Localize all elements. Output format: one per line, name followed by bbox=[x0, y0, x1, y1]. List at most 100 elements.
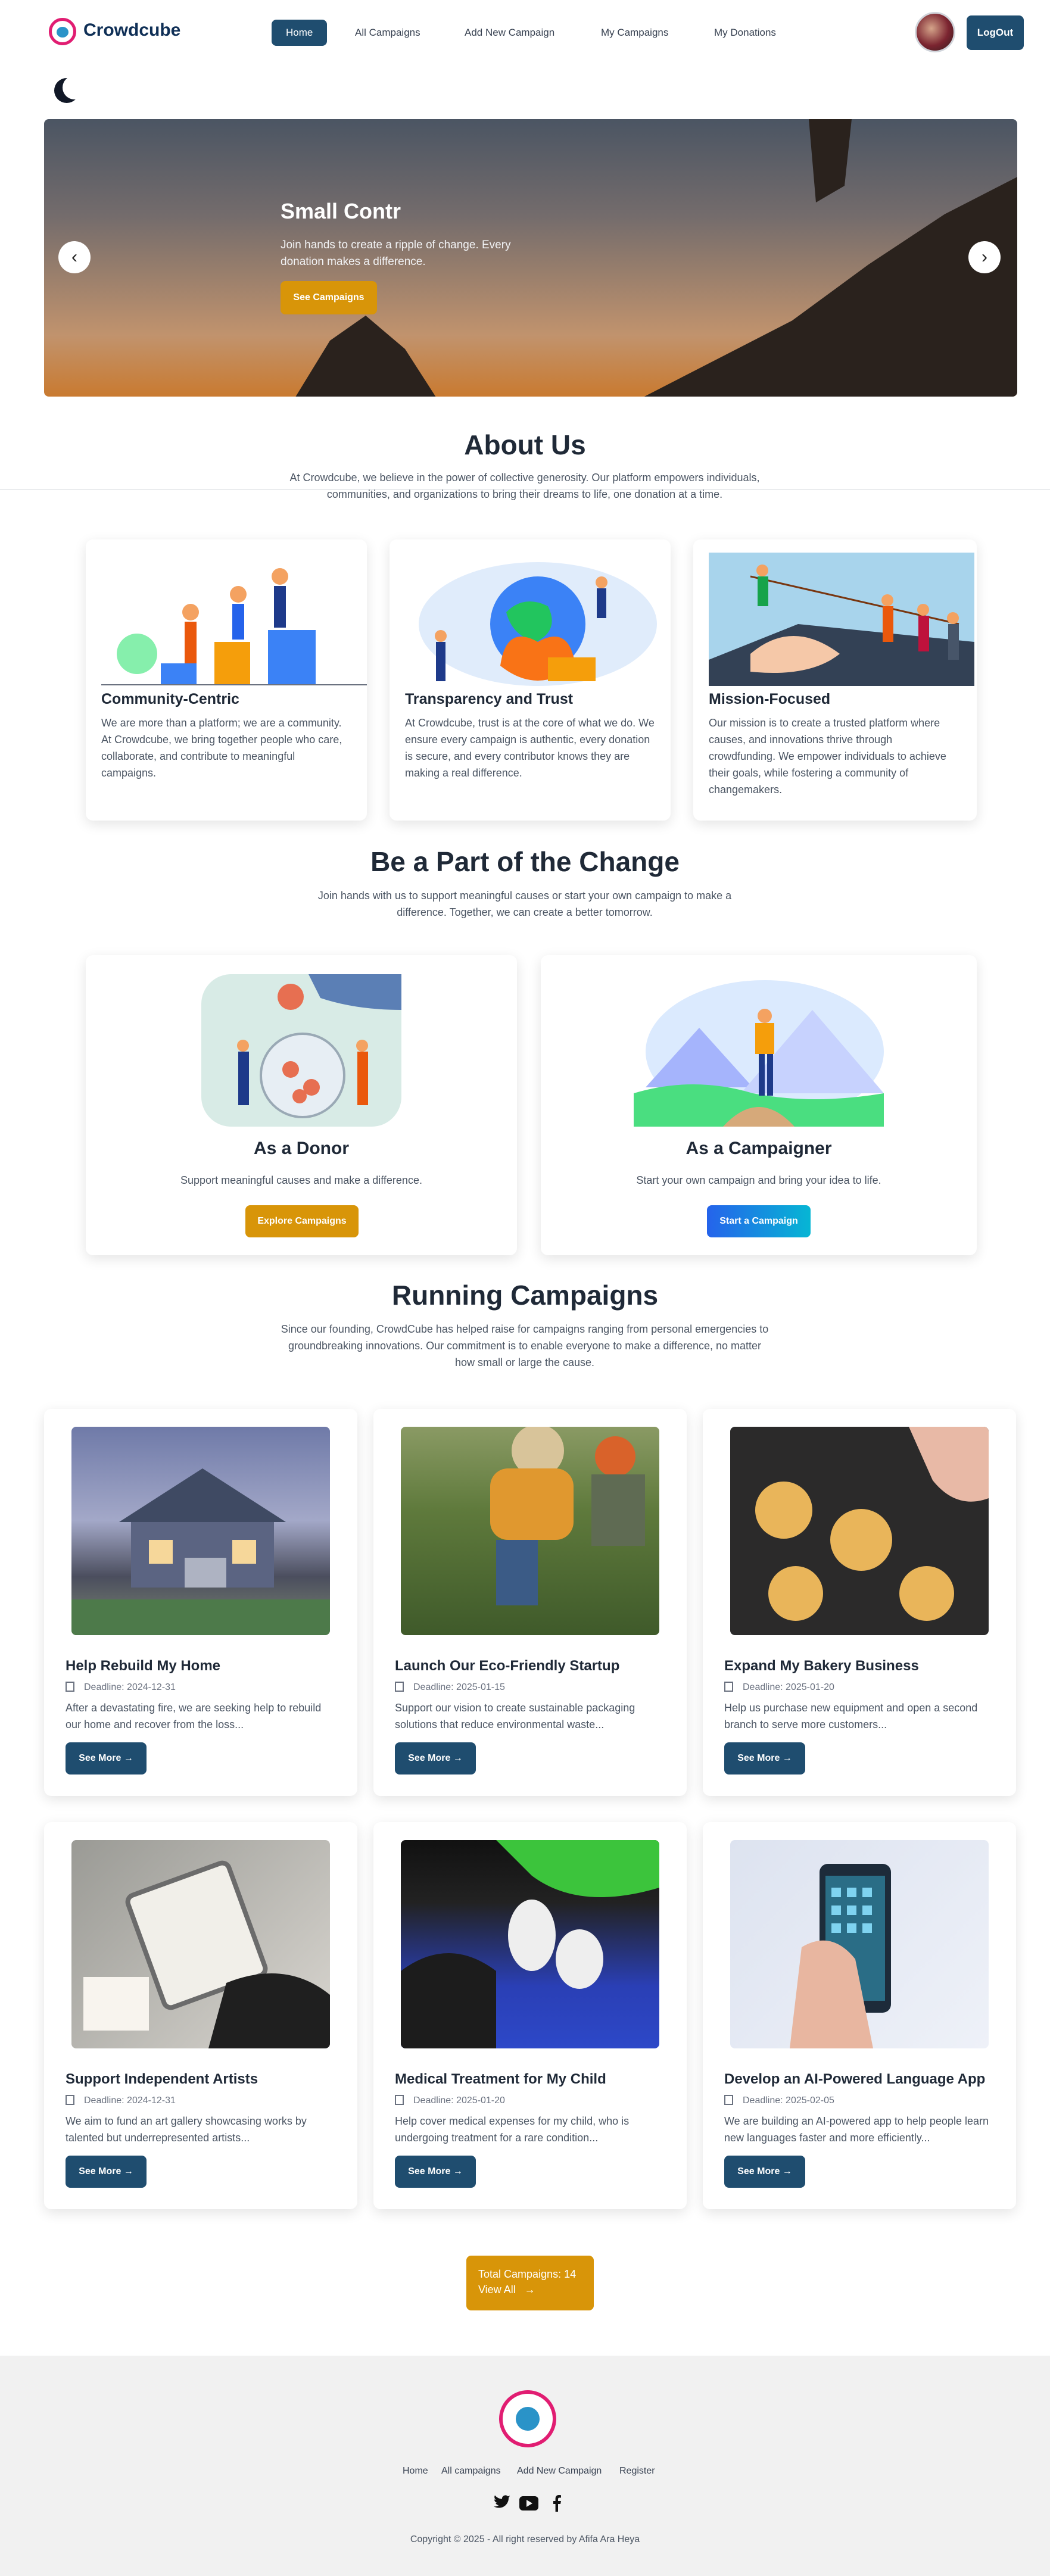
see-more-label: See More bbox=[408, 1753, 451, 1763]
campaign-card: Develop an AI-Powered Language App Deadl… bbox=[703, 1822, 1016, 2209]
view-all-button[interactable]: Total Campaigns: 14 View All → bbox=[466, 2256, 594, 2310]
footer-link-home[interactable]: Home bbox=[403, 2466, 428, 2477]
campaign-deadline: Deadline: 2025-01-20 bbox=[724, 1682, 834, 1693]
hero-subtitle: Join hands to create a ripple of change.… bbox=[281, 239, 511, 268]
brand-logo-icon[interactable] bbox=[49, 18, 76, 45]
campaign-title: Medical Treatment for My Child bbox=[395, 2071, 606, 2087]
campaign-deadline-text: Deadline: 2024-12-31 bbox=[84, 1682, 176, 1692]
about-card-title: Community-Centric bbox=[101, 691, 239, 707]
campaign-title: Launch Our Eco-Friendly Startup bbox=[395, 1658, 620, 1674]
view-all-label: View All bbox=[478, 2284, 516, 2296]
see-more-button[interactable]: See More → bbox=[395, 1742, 476, 1774]
see-more-button[interactable]: See More → bbox=[66, 2156, 147, 2188]
footer-link-register[interactable]: Register bbox=[619, 2466, 655, 2477]
campaign-title: Develop an AI-Powered Language App bbox=[724, 2071, 986, 2087]
campaign-deadline-text: Deadline: 2024-12-31 bbox=[84, 2095, 176, 2106]
nav-all-campaigns[interactable]: All Campaigns bbox=[341, 20, 435, 46]
campaign-deadline-text: Deadline: 2025-01-20 bbox=[743, 1682, 834, 1692]
see-more-label: See More bbox=[79, 2166, 121, 2176]
mission-illustration bbox=[709, 553, 974, 686]
campaign-description: Help cover medical expenses for my child… bbox=[395, 2115, 630, 2144]
about-card-transparency: Transparency and Trust At Crowdcube, tru… bbox=[390, 539, 671, 821]
navbar: Crowdcube Home All Campaigns Add New Cam… bbox=[0, 0, 1050, 66]
campaign-image-artist[interactable] bbox=[71, 1840, 330, 2048]
campaign-deadline: Deadline: 2025-02-05 bbox=[724, 2095, 834, 2106]
calendar-icon bbox=[724, 1682, 733, 1692]
nav-my-donations[interactable]: My Donations bbox=[700, 20, 790, 46]
calendar-icon bbox=[395, 2095, 404, 2105]
explore-campaigns-button[interactable]: Explore Campaigns bbox=[245, 1205, 359, 1237]
campaigner-text: Start your own campaign and bring your i… bbox=[636, 1174, 881, 1186]
campaign-title: Expand My Bakery Business bbox=[724, 1658, 919, 1674]
arrow-right-icon: → bbox=[453, 2166, 463, 2176]
hero-title: Small Contr bbox=[281, 199, 401, 223]
campaign-card: Medical Treatment for My Child Deadline:… bbox=[373, 1822, 687, 2209]
copyright-text: Copyright © 2025 - All right reserved by… bbox=[410, 2534, 640, 2544]
calendar-icon bbox=[66, 1682, 74, 1692]
campaign-image-phone-app[interactable] bbox=[730, 1840, 989, 2048]
see-more-button[interactable]: See More → bbox=[66, 1742, 147, 1774]
change-intro: Join hands with us to support meaningful… bbox=[317, 890, 732, 918]
transparency-illustration bbox=[419, 562, 657, 686]
campaign-description: We aim to fund an art gallery showcasing… bbox=[66, 2115, 307, 2144]
arrow-right-icon: → bbox=[524, 2284, 535, 2296]
about-card-text: Our mission is to create a trusted platf… bbox=[709, 717, 946, 796]
donor-illustration bbox=[201, 974, 401, 1127]
about-card-title: Mission-Focused bbox=[709, 691, 831, 707]
campaign-deadline: Deadline: 2025-01-15 bbox=[395, 1682, 505, 1693]
nav-add-campaign[interactable]: Add New Campaign bbox=[450, 20, 569, 46]
footer-logo-icon bbox=[499, 2390, 556, 2447]
theme-toggle-moon-icon[interactable] bbox=[54, 76, 86, 103]
campaigner-illustration bbox=[634, 980, 884, 1127]
campaigner-card: As a Campaigner Start your own campaign … bbox=[541, 955, 977, 1255]
see-more-label: See More bbox=[79, 1753, 121, 1763]
start-campaign-button[interactable]: Start a Campaign bbox=[707, 1205, 811, 1237]
footer-link-add-campaign[interactable]: Add New Campaign bbox=[517, 2466, 602, 2477]
footer-link-all-campaigns[interactable]: All campaigns bbox=[441, 2466, 501, 2477]
campaign-description: Help us purchase new equipment and open … bbox=[724, 1702, 978, 1730]
nav-my-campaigns[interactable]: My Campaigns bbox=[587, 20, 683, 46]
campaign-image-bakery[interactable] bbox=[730, 1427, 989, 1635]
brand-name[interactable]: Crowdcube bbox=[83, 20, 180, 40]
campaign-deadline: Deadline: 2025-01-20 bbox=[395, 2095, 505, 2106]
carousel-prev-icon[interactable]: ‹ bbox=[58, 241, 91, 273]
total-campaigns-label: Total Campaigns: 14 bbox=[478, 2268, 577, 2280]
donor-text: Support meaningful causes and make a dif… bbox=[180, 1174, 422, 1186]
donor-title: As a Donor bbox=[253, 1139, 350, 1158]
see-more-label: See More bbox=[737, 1753, 780, 1763]
calendar-icon bbox=[395, 1682, 404, 1692]
see-campaigns-button[interactable]: See Campaigns bbox=[281, 281, 377, 314]
about-card-community: Community-Centric We are more than a pla… bbox=[86, 539, 367, 821]
twitter-icon[interactable] bbox=[492, 2495, 512, 2515]
see-more-button[interactable]: See More → bbox=[395, 2156, 476, 2188]
user-avatar[interactable] bbox=[915, 12, 955, 52]
footer: Home All campaigns Add New Campaign Regi… bbox=[0, 2356, 1050, 2576]
campaign-title: Support Independent Artists bbox=[66, 2071, 258, 2087]
running-intro: Since our founding, CrowdCube has helped… bbox=[281, 1323, 769, 1368]
campaign-description: After a devastating fire, we are seeking… bbox=[66, 1702, 322, 1730]
nav-home[interactable]: Home bbox=[272, 20, 328, 46]
see-more-button[interactable]: See More → bbox=[724, 2156, 805, 2188]
hero-carousel: Small Contr Join hands to create a rippl… bbox=[44, 119, 1017, 397]
logout-button[interactable]: LogOut bbox=[967, 15, 1024, 50]
about-card-mission: Mission-Focused Our mission is to create… bbox=[693, 539, 977, 821]
campaign-image-house[interactable] bbox=[71, 1427, 330, 1635]
see-more-label: See More bbox=[408, 2166, 451, 2176]
arrow-right-icon: → bbox=[782, 2166, 792, 2176]
campaign-image-farmers[interactable] bbox=[401, 1427, 659, 1635]
campaign-deadline-text: Deadline: 2025-01-20 bbox=[413, 2095, 505, 2106]
youtube-icon[interactable] bbox=[519, 2495, 539, 2515]
facebook-icon[interactable] bbox=[547, 2495, 567, 2515]
campaign-image-medical[interactable] bbox=[401, 1840, 659, 2048]
campaign-deadline: Deadline: 2024-12-31 bbox=[66, 2095, 176, 2106]
campaign-card: Support Independent Artists Deadline: 20… bbox=[44, 1822, 357, 2209]
see-more-button[interactable]: See More → bbox=[724, 1742, 805, 1774]
arrow-right-icon: → bbox=[782, 1753, 792, 1763]
carousel-next-icon[interactable]: › bbox=[968, 241, 1001, 273]
campaign-deadline-text: Deadline: 2025-02-05 bbox=[743, 2095, 834, 2106]
hero-helper-silhouette bbox=[809, 119, 852, 202]
about-card-text: We are more than a platform; we are a co… bbox=[101, 717, 342, 779]
campaign-deadline-text: Deadline: 2025-01-15 bbox=[413, 1682, 505, 1692]
campaigner-title: As a Campaigner bbox=[686, 1139, 832, 1158]
community-illustration bbox=[101, 553, 367, 686]
